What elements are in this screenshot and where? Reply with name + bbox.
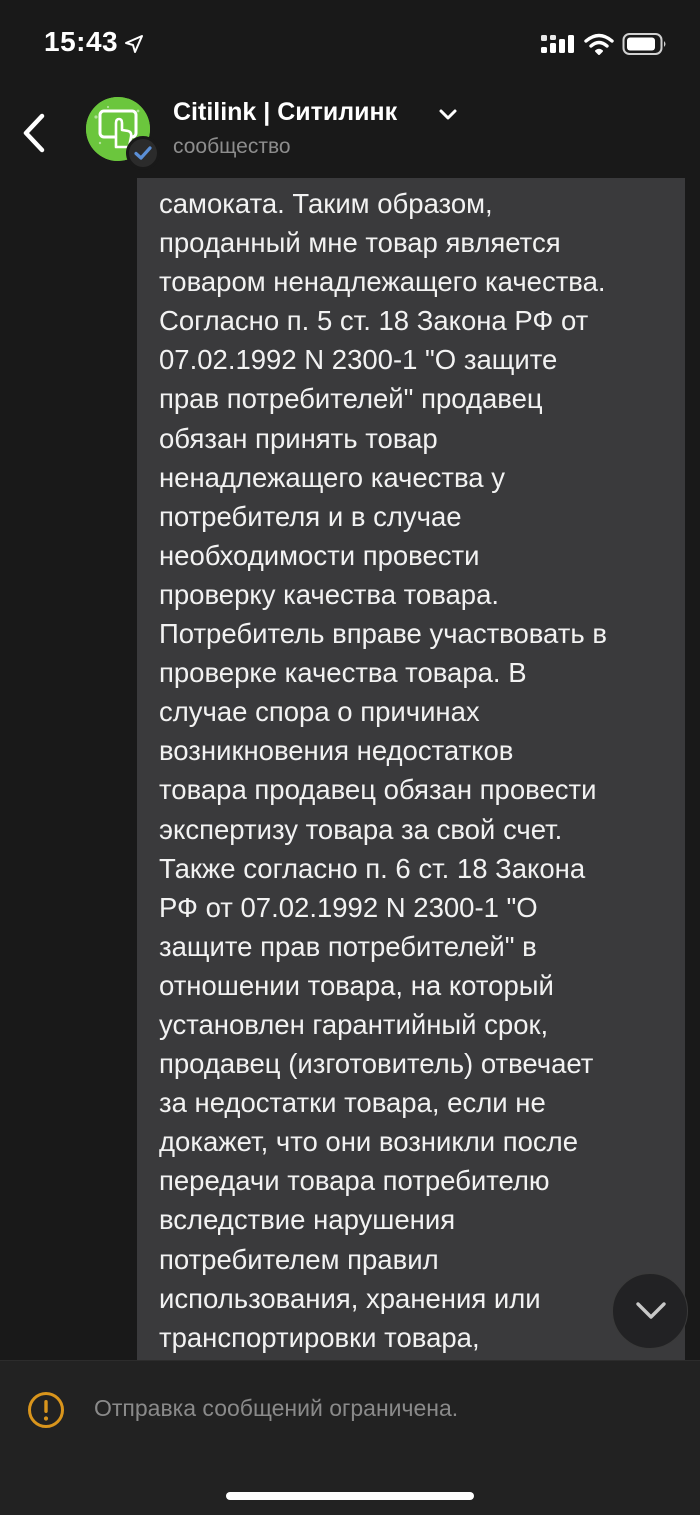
chat-subtitle: сообщество (173, 135, 291, 158)
messaging-restricted-text: Отправка сообщений ограничена. (94, 1395, 459, 1421)
message-bubble[interactable]: самоката. Таким образом, проданный мне т… (137, 178, 685, 1360)
back-button[interactable] (12, 108, 56, 158)
chat-title[interactable]: Citilink | Ситилинк (173, 98, 397, 127)
scroll-down-button[interactable] (612, 1273, 688, 1349)
exclamation-circle-icon (28, 1392, 64, 1428)
status-bar: 15:43 (0, 0, 700, 90)
battery-icon (622, 33, 666, 55)
status-time: 15:43 (44, 26, 119, 57)
verified-badge (126, 136, 160, 170)
chevron-down-icon[interactable] (438, 108, 458, 122)
home-indicator[interactable] (226, 1492, 474, 1500)
wifi-icon (584, 33, 614, 55)
cellular-signal-icon (541, 35, 574, 53)
chevron-down-icon (636, 1302, 666, 1319)
message-text: самоката. Таким образом, проданный мне т… (159, 188, 607, 1353)
chat-screen: 15:43 Citilink | Ситилинк сообщество сам… (0, 0, 700, 1515)
chat-header: Citilink | Ситилинк сообщество (0, 90, 700, 180)
checkmark-icon (134, 146, 152, 160)
location-arrow-icon (125, 35, 143, 53)
messaging-restricted-bar: Отправка сообщений ограничена. (0, 1360, 700, 1515)
chevron-left-icon (23, 113, 45, 153)
